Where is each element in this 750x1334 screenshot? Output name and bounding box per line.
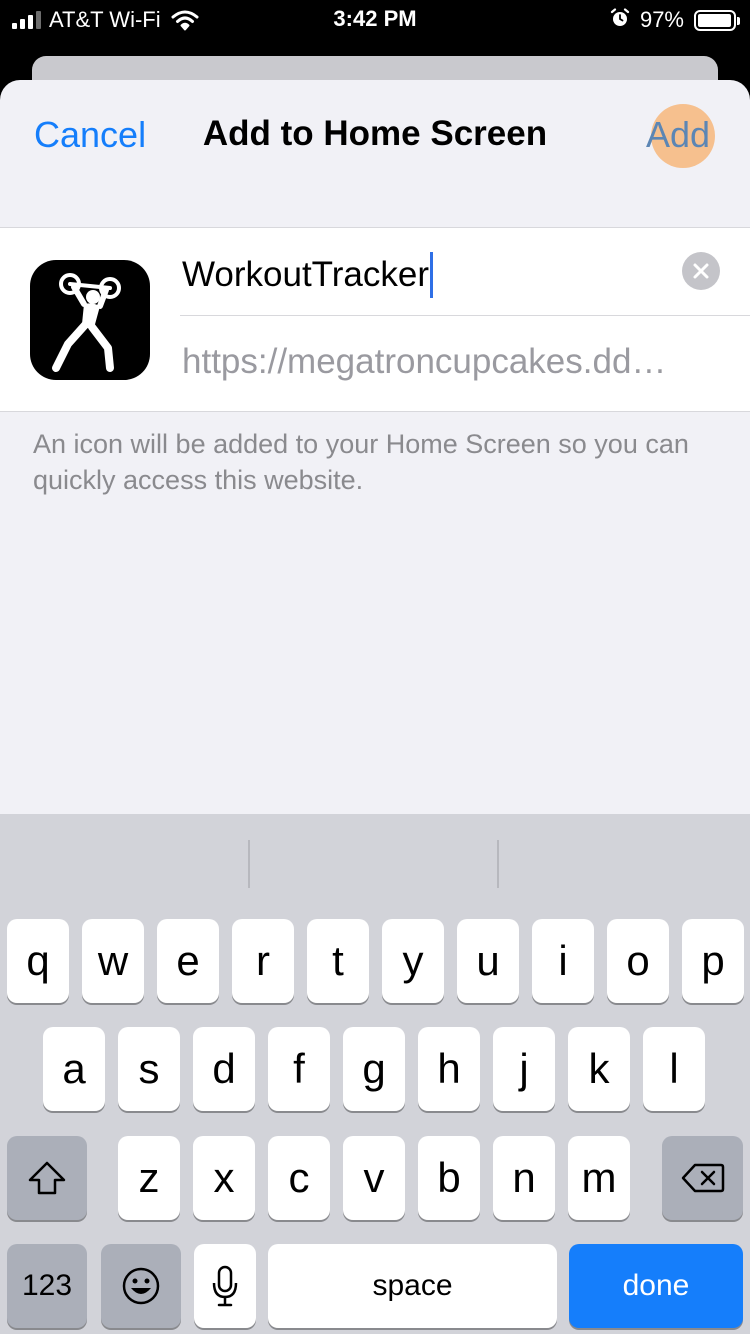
keyboard: qwertyuiop asdfghjkl zxcvbnm 123 space d… bbox=[0, 814, 750, 1334]
key-r[interactable]: r bbox=[232, 919, 294, 1003]
clear-icon[interactable] bbox=[682, 252, 720, 290]
key-x[interactable]: x bbox=[193, 1136, 255, 1220]
key-t[interactable]: t bbox=[307, 919, 369, 1003]
space-key[interactable]: space bbox=[268, 1244, 557, 1328]
key-f[interactable]: f bbox=[268, 1027, 330, 1111]
backspace-key[interactable] bbox=[662, 1136, 743, 1220]
suggestion-divider bbox=[497, 840, 499, 888]
backspace-icon bbox=[681, 1163, 724, 1193]
key-g[interactable]: g bbox=[343, 1027, 405, 1111]
page-title: Add to Home Screen bbox=[202, 114, 548, 153]
info-note: An icon will be added to your Home Scree… bbox=[33, 429, 689, 495]
key-m[interactable]: m bbox=[568, 1136, 630, 1220]
key-q[interactable]: q bbox=[7, 919, 69, 1003]
alarm-icon bbox=[610, 7, 630, 33]
weightlifter-icon bbox=[30, 260, 150, 380]
shift-icon bbox=[28, 1161, 66, 1195]
shift-key[interactable] bbox=[7, 1136, 87, 1220]
key-z[interactable]: z bbox=[118, 1136, 180, 1220]
key-j[interactable]: j bbox=[493, 1027, 555, 1111]
emoji-icon bbox=[122, 1267, 160, 1305]
key-v[interactable]: v bbox=[343, 1136, 405, 1220]
emoji-key[interactable] bbox=[101, 1244, 181, 1328]
key-l[interactable]: l bbox=[643, 1027, 705, 1111]
bookmark-card: WorkoutTracker https://megatroncupcakes.… bbox=[0, 227, 750, 412]
microphone-icon bbox=[212, 1265, 238, 1307]
key-d[interactable]: d bbox=[193, 1027, 255, 1111]
battery-icon bbox=[694, 9, 740, 31]
name-field[interactable]: WorkoutTracker bbox=[180, 228, 750, 316]
suggestion-divider bbox=[248, 840, 250, 888]
key-b[interactable]: b bbox=[418, 1136, 480, 1220]
status-bar: AT&T Wi-Fi 3:42 PM 97% bbox=[0, 0, 750, 40]
key-a[interactable]: a bbox=[43, 1027, 105, 1111]
url-field: https://megatroncupcakes.dd… bbox=[182, 342, 667, 381]
key-i[interactable]: i bbox=[532, 919, 594, 1003]
text-cursor bbox=[430, 252, 433, 298]
nav-bar: Cancel Add to Home Screen Add bbox=[0, 80, 750, 190]
key-u[interactable]: u bbox=[457, 919, 519, 1003]
dictation-key[interactable] bbox=[194, 1244, 256, 1328]
name-input[interactable]: WorkoutTracker bbox=[182, 255, 429, 295]
key-w[interactable]: w bbox=[82, 919, 144, 1003]
key-e[interactable]: e bbox=[157, 919, 219, 1003]
done-key[interactable]: done bbox=[569, 1244, 743, 1328]
key-k[interactable]: k bbox=[568, 1027, 630, 1111]
key-n[interactable]: n bbox=[493, 1136, 555, 1220]
key-h[interactable]: h bbox=[418, 1027, 480, 1111]
key-c[interactable]: c bbox=[268, 1136, 330, 1220]
key-o[interactable]: o bbox=[607, 919, 669, 1003]
numbers-key[interactable]: 123 bbox=[7, 1244, 87, 1328]
add-button-area[interactable]: Add bbox=[646, 104, 716, 168]
battery-percent: 97% bbox=[639, 7, 684, 32]
add-button[interactable]: Add bbox=[646, 114, 710, 156]
key-y[interactable]: y bbox=[382, 919, 444, 1003]
key-s[interactable]: s bbox=[118, 1027, 180, 1111]
key-p[interactable]: p bbox=[682, 919, 744, 1003]
